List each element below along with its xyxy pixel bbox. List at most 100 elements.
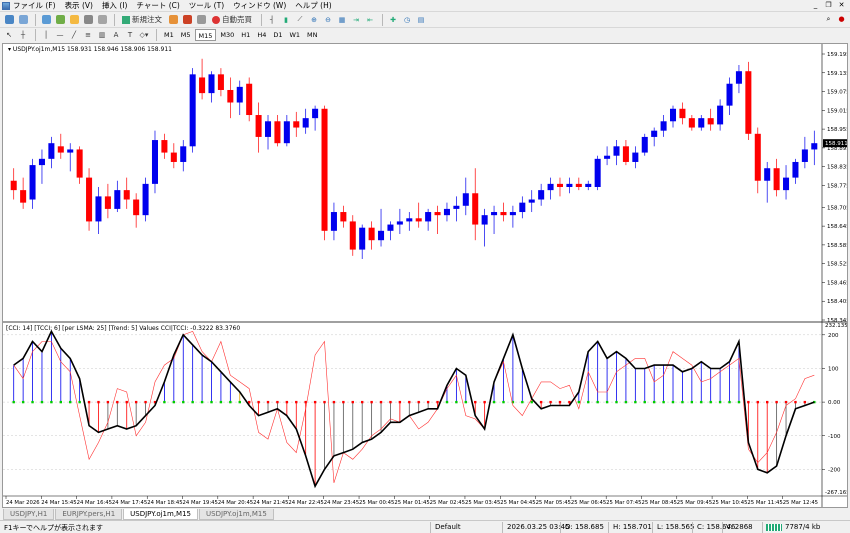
price-tick-label: 158.525 — [827, 262, 848, 268]
trend-dot — [191, 400, 194, 404]
tab-usdjpy-m15-active[interactable]: USDJPY.oj1m,M15 — [123, 509, 198, 520]
timeframe-m1[interactable]: M1 — [161, 29, 177, 41]
trend-dot — [624, 400, 628, 404]
fibonacci-icon[interactable]: ▥ — [96, 29, 108, 42]
trend-dot — [106, 400, 110, 404]
trend-dot — [163, 400, 166, 404]
restore-icon[interactable]: ❐ — [824, 1, 833, 10]
trendline-icon[interactable]: ╱ — [68, 29, 80, 42]
price-tick-label: 159.015 — [827, 108, 848, 114]
trend-dot — [747, 400, 750, 404]
label-icon[interactable]: T — [124, 29, 136, 42]
terminal-icon[interactable] — [82, 13, 94, 26]
line-chart-icon[interactable]: ⟋ — [294, 13, 306, 26]
time-tick-label: 24 Mar 22:45 — [288, 500, 323, 506]
candle-body — [387, 224, 394, 231]
trend-dot — [323, 400, 326, 404]
trend-dot — [342, 400, 345, 404]
auto-trading-button[interactable]: 自動売買 — [209, 13, 255, 26]
menu-chart[interactable]: チャート (C) — [136, 0, 179, 11]
candlestick-icon[interactable]: ▮ — [280, 13, 292, 26]
auto-trading-label: 自動売買 — [222, 15, 252, 24]
vertical-line-icon[interactable]: │ — [40, 29, 52, 42]
timeframe-h1[interactable]: H1 — [238, 29, 253, 41]
periods-icon[interactable]: ◷ — [401, 13, 413, 26]
toolbar-divider — [382, 13, 383, 26]
alert-icon[interactable]: ● — [837, 15, 846, 24]
trend-dot — [200, 400, 204, 404]
time-tick-label: 24 Mar 21:45 — [253, 500, 288, 506]
menu-insert[interactable]: 挿入 (I) — [102, 0, 127, 11]
signals-icon[interactable] — [181, 13, 193, 26]
bar-chart-icon[interactable]: ┤ — [266, 13, 278, 26]
minimize-icon[interactable]: _ — [811, 1, 820, 10]
candle-body — [133, 199, 140, 216]
chart-canvas[interactable]: 159.195 159.135 159.075 159.015 158.955 158.8… — [3, 44, 848, 508]
trend-dot — [549, 400, 552, 404]
timeframe-m15[interactable]: M15 — [194, 29, 217, 41]
time-tick-label: 25 Mar 09:45 — [677, 500, 712, 506]
trend-dot — [455, 400, 458, 404]
candle-body — [151, 140, 159, 184]
new-order-button[interactable]: 新規注文 — [119, 13, 165, 26]
candle-body — [773, 168, 780, 191]
status-divider — [692, 522, 693, 533]
tile-windows-icon[interactable]: ▦ — [336, 13, 348, 26]
strategy-tester-icon[interactable] — [96, 13, 108, 26]
navigator-icon[interactable] — [68, 13, 80, 26]
cursor-icon[interactable]: ↖ — [3, 29, 15, 42]
trend-dot — [389, 400, 392, 404]
market-watch-icon[interactable] — [40, 13, 52, 26]
timeframe-h4[interactable]: H4 — [254, 29, 269, 41]
price-tick-label: 158.705 — [827, 205, 848, 211]
shapes-icon[interactable]: ◇▾ — [138, 29, 150, 42]
auto-scroll-icon[interactable]: ⇥ — [350, 13, 362, 26]
time-tick-label: 25 Mar 08:45 — [641, 500, 676, 506]
market-icon[interactable] — [195, 13, 207, 26]
timeframe-m30[interactable]: M30 — [217, 29, 237, 41]
timeframe-mn[interactable]: MN — [304, 29, 320, 41]
trend-dot — [417, 400, 420, 404]
horizontal-line-icon[interactable]: — — [54, 29, 66, 42]
candle-body — [585, 183, 592, 187]
search-icon[interactable]: ⌕ — [824, 15, 833, 24]
channel-icon[interactable]: ≡ — [82, 29, 94, 42]
time-tick-label: 25 Mar 06:45 — [571, 500, 606, 506]
menu-insert-label: 挿入 (I) — [101, 1, 128, 10]
timeframe-d1[interactable]: D1 — [270, 29, 285, 41]
new-chart-icon[interactable] — [3, 13, 15, 26]
menu-tools[interactable]: ツール (T) — [189, 0, 224, 11]
timeframe-m5[interactable]: M5 — [178, 29, 194, 41]
tab-usdjpy-h1[interactable]: USDJPY,H1 — [3, 509, 55, 520]
candle-body — [236, 86, 243, 103]
trend-dot — [728, 400, 731, 404]
templates-icon[interactable]: ▤ — [415, 13, 427, 26]
close-icon[interactable]: ✕ — [837, 1, 846, 10]
profiles-icon[interactable] — [17, 13, 29, 26]
tab-usdjpy-m15[interactable]: USDJPY.oj1m,M15 — [199, 509, 274, 520]
candle-body — [170, 152, 177, 162]
data-window-icon[interactable] — [54, 13, 66, 26]
candle-body — [10, 180, 17, 191]
timeframe-w1[interactable]: W1 — [286, 29, 303, 41]
metaeditor-icon[interactable] — [167, 13, 179, 26]
chart-shift-icon[interactable]: ⇤ — [364, 13, 376, 26]
chart-window[interactable]: 159.195 159.135 159.075 159.015 158.955 158.8… — [2, 43, 848, 508]
status-bar: F1キーでヘルプが表示されます Default 2026.03.25 03:45… — [0, 520, 850, 533]
zoom-in-icon[interactable]: ⊕ — [308, 13, 320, 26]
candle-body — [302, 118, 309, 128]
text-icon[interactable]: A — [110, 29, 122, 42]
auto-trading-icon — [212, 15, 220, 24]
trend-dot — [238, 400, 241, 404]
menu-view[interactable]: 表示 (V) — [65, 0, 93, 11]
candle-body — [246, 83, 253, 116]
menu-help[interactable]: ヘルプ (H) — [295, 0, 331, 11]
crosshair-icon[interactable]: ┼ — [17, 29, 29, 42]
zoom-out-icon[interactable]: ⊖ — [322, 13, 334, 26]
tab-eurjpy-h1[interactable]: EURJPY.pers,H1 — [55, 509, 123, 520]
menu-file[interactable]: ファイル (F) — [2, 0, 56, 11]
candle-body — [199, 77, 206, 94]
menu-window[interactable]: ウィンドウ (W) — [233, 0, 286, 11]
candle-body — [359, 227, 366, 250]
indicators-icon[interactable]: ✚ — [387, 13, 399, 26]
